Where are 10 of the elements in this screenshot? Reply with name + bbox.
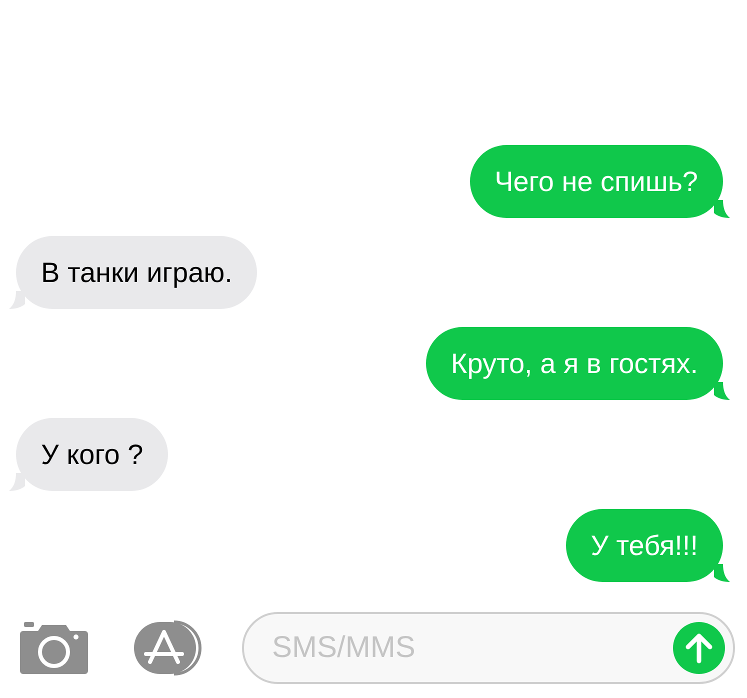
bubble-tail [714,564,730,582]
message-bubble: Чего не спишь? [470,145,723,218]
message-bubble: В танки играю. [16,236,258,309]
bubble-tail [714,200,730,218]
message-bubble: Круто, а я в гостях. [426,327,723,400]
message-bubble: У кого ? [16,418,168,491]
message-bubble: У тебя!!! [566,509,723,582]
camera-icon[interactable] [20,622,88,674]
bubble-tail [714,382,730,400]
send-icon[interactable] [673,622,725,674]
